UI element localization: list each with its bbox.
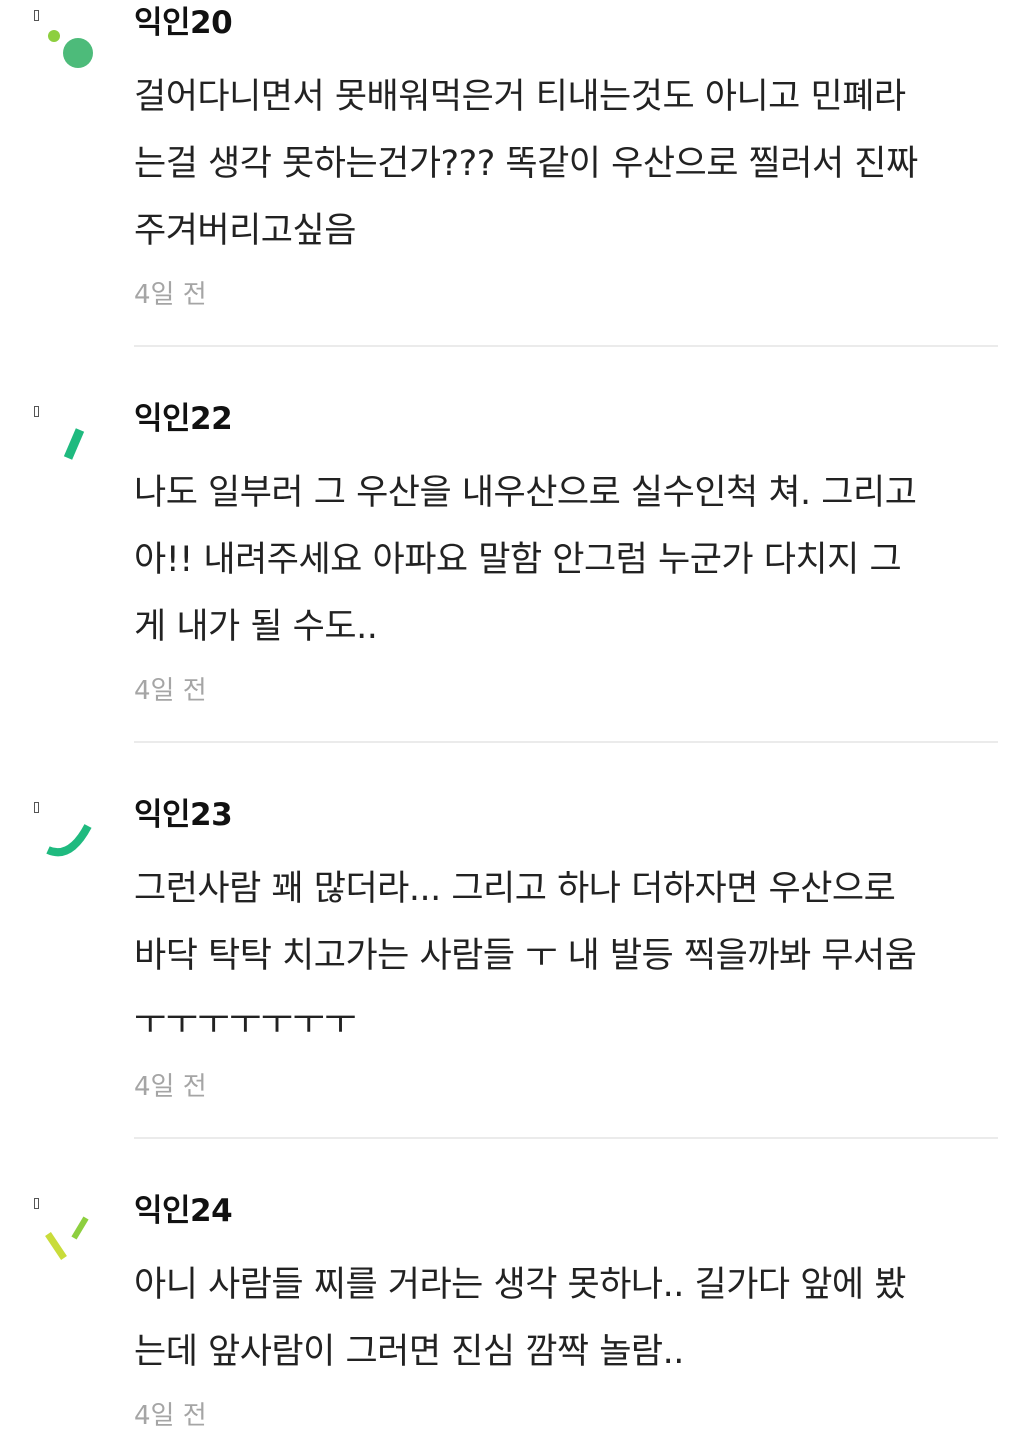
- comment-body: 나도 일부러 그 우산을 내우산으로 실수인척 쳐. 그리고 아!! 내려주세요…: [134, 473, 917, 647]
- comment-timestamp: 4일 전: [134, 1401, 207, 1431]
- avatar-icon: [46, 824, 92, 857]
- avatar-icon: [63, 428, 85, 460]
- comment-marker-icon: [34, 406, 39, 417]
- comment-marker-icon: [34, 10, 39, 21]
- comment-marker-icon: [34, 1198, 39, 1209]
- comment-marker-icon: [34, 802, 39, 813]
- divider: [134, 741, 998, 743]
- comment-author[interactable]: 익인24: [134, 1188, 233, 1234]
- comment-author[interactable]: 익인23: [134, 792, 233, 838]
- comment-timestamp: 4일 전: [134, 280, 207, 310]
- comment-body: 아니 사람들 찌를 거라는 생각 못하나.. 길가다 앞에 봤 는데 앞사람이 …: [134, 1265, 906, 1372]
- divider: [134, 1137, 998, 1139]
- avatar-icon: [48, 30, 93, 68]
- comment-body: 그런사람 꽤 많더라... 그리고 하나 더하자면 우산으로 바닥 탁탁 치고가…: [134, 869, 917, 1043]
- comment-author[interactable]: 익인20: [134, 0, 233, 46]
- comment-author[interactable]: 익인22: [134, 396, 233, 442]
- avatar-icon: [45, 1216, 89, 1260]
- comment-body: 걸어다니면서 못배워먹은거 티내는것도 아니고 민폐라 는걸 생각 못하는건가?…: [134, 77, 918, 251]
- comment-timestamp: 4일 전: [134, 676, 207, 706]
- comment-timestamp: 4일 전: [134, 1072, 207, 1102]
- divider: [134, 345, 998, 347]
